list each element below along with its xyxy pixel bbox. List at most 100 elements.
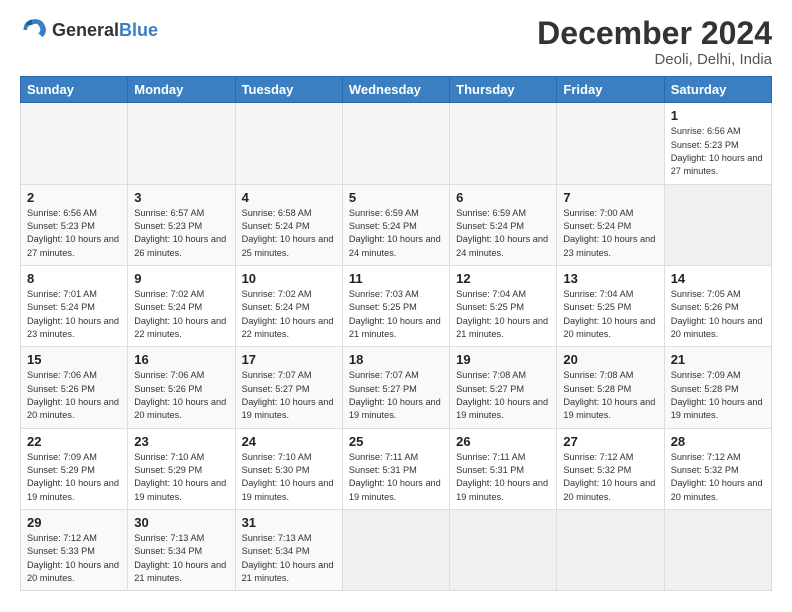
day-info: Sunrise: 7:09 AMSunset: 5:28 PMDaylight:… [671, 369, 765, 422]
day-info: Sunrise: 7:07 AMSunset: 5:27 PMDaylight:… [349, 369, 443, 422]
day-number: 11 [349, 271, 443, 286]
calendar-week-2: 2Sunrise: 6:56 AMSunset: 5:23 PMDaylight… [21, 184, 772, 265]
day-number: 7 [563, 190, 657, 205]
header: GeneralBlue December 2024 Deoli, Delhi, … [20, 16, 772, 68]
empty-cell [128, 103, 235, 184]
calendar-week-6: 29Sunrise: 7:12 AMSunset: 5:33 PMDayligh… [21, 510, 772, 591]
day-number: 2 [27, 190, 121, 205]
empty-cell [235, 103, 342, 184]
day-info: Sunrise: 7:13 AMSunset: 5:34 PMDaylight:… [134, 532, 228, 585]
table-row: 16Sunrise: 7:06 AMSunset: 5:26 PMDayligh… [128, 347, 235, 428]
calendar-week-1: 1 Sunrise: 6:56 AMSunset: 5:23 PMDaylight… [21, 103, 772, 184]
day-info: Sunrise: 7:02 AMSunset: 5:24 PMDaylight:… [134, 288, 228, 341]
title-block: December 2024 Deoli, Delhi, India [537, 16, 772, 68]
table-row: 15 Sunrise: 7:06 AMSunset: 5:26 PMDayligh… [21, 347, 128, 428]
col-sunday: Sunday [21, 77, 128, 103]
day-info: Sunrise: 7:04 AMSunset: 5:25 PMDaylight:… [563, 288, 657, 341]
day-number: 9 [134, 271, 228, 286]
day-number: 23 [134, 434, 228, 449]
empty-cell [450, 510, 557, 591]
logo-icon [20, 16, 48, 44]
empty-cell [342, 510, 449, 591]
table-row: 12Sunrise: 7:04 AMSunset: 5:25 PMDayligh… [450, 265, 557, 346]
day-info: Sunrise: 7:04 AMSunset: 5:25 PMDaylight:… [456, 288, 550, 341]
day-number: 20 [563, 352, 657, 367]
calendar-title: December 2024 [537, 16, 772, 51]
day-info: Sunrise: 7:07 AMSunset: 5:27 PMDaylight:… [242, 369, 336, 422]
day-info: Sunrise: 7:12 AMSunset: 5:33 PMDaylight:… [27, 532, 121, 585]
calendar-week-3: 8 Sunrise: 7:01 AMSunset: 5:24 PMDaylight… [21, 265, 772, 346]
table-row: 21 Sunrise: 7:09 AMSunset: 5:28 PMDayligh… [664, 347, 771, 428]
table-row: 7Sunrise: 7:00 AMSunset: 5:24 PMDaylight… [557, 184, 664, 265]
table-row: 13Sunrise: 7:04 AMSunset: 5:25 PMDayligh… [557, 265, 664, 346]
empty-cell [342, 103, 449, 184]
table-row: 31 Sunrise: 7:13 AMSunset: 5:34 PMDayligh… [235, 510, 342, 591]
empty-cell [557, 510, 664, 591]
table-row: 8 Sunrise: 7:01 AMSunset: 5:24 PMDaylight… [21, 265, 128, 346]
day-number: 1 [671, 108, 765, 123]
table-row: 5Sunrise: 6:59 AMSunset: 5:24 PMDaylight… [342, 184, 449, 265]
day-info: Sunrise: 7:01 AMSunset: 5:24 PMDaylight:… [27, 288, 121, 341]
table-row: 17 Sunrise: 7:07 AMSunset: 5:27 PMDayligh… [235, 347, 342, 428]
day-info: Sunrise: 7:06 AMSunset: 5:26 PMDaylight:… [134, 369, 228, 422]
table-row: 28 Sunrise: 7:12 AMSunset: 5:32 PMDayligh… [664, 428, 771, 509]
logo-general: General [52, 20, 119, 40]
table-row: 30 Sunrise: 7:13 AMSunset: 5:34 PMDayligh… [128, 510, 235, 591]
col-tuesday: Tuesday [235, 77, 342, 103]
day-number: 17 [242, 352, 336, 367]
table-row: 19 Sunrise: 7:08 AMSunset: 5:27 PMDayligh… [450, 347, 557, 428]
logo-text: GeneralBlue [52, 20, 158, 41]
day-info: Sunrise: 7:12 AMSunset: 5:32 PMDaylight:… [563, 451, 657, 504]
calendar-header-row: Sunday Monday Tuesday Wednesday Thursday… [21, 77, 772, 103]
day-info: Sunrise: 7:13 AMSunset: 5:34 PMDaylight:… [242, 532, 336, 585]
table-row: 6Sunrise: 6:59 AMSunset: 5:24 PMDaylight… [450, 184, 557, 265]
table-row: 20 Sunrise: 7:08 AMSunset: 5:28 PMDayligh… [557, 347, 664, 428]
day-number: 10 [242, 271, 336, 286]
day-number: 27 [563, 434, 657, 449]
day-info: Sunrise: 7:12 AMSunset: 5:32 PMDaylight:… [671, 451, 765, 504]
table-row: 24Sunrise: 7:10 AMSunset: 5:30 PMDayligh… [235, 428, 342, 509]
table-row: 14Sunrise: 7:05 AMSunset: 5:26 PMDayligh… [664, 265, 771, 346]
table-row: 2Sunrise: 6:56 AMSunset: 5:23 PMDaylight… [21, 184, 128, 265]
day-number: 5 [349, 190, 443, 205]
page: GeneralBlue December 2024 Deoli, Delhi, … [0, 0, 792, 601]
table-row: 18Sunrise: 7:07 AMSunset: 5:27 PMDayligh… [342, 347, 449, 428]
day-number: 25 [349, 434, 443, 449]
day-number: 31 [242, 515, 336, 530]
day-number: 30 [134, 515, 228, 530]
day-info: Sunrise: 6:56 AMSunset: 5:23 PMDaylight:… [671, 125, 765, 178]
day-info: Sunrise: 7:08 AMSunset: 5:27 PMDaylight:… [456, 369, 550, 422]
day-info: Sunrise: 7:02 AMSunset: 5:24 PMDaylight:… [242, 288, 336, 341]
day-info: Sunrise: 7:06 AMSunset: 5:26 PMDaylight:… [27, 369, 121, 422]
empty-cell [450, 103, 557, 184]
day-info: Sunrise: 6:57 AMSunset: 5:23 PMDaylight:… [134, 207, 228, 260]
day-info: Sunrise: 7:08 AMSunset: 5:28 PMDaylight:… [563, 369, 657, 422]
day-info: Sunrise: 7:11 AMSunset: 5:31 PMDaylight:… [349, 451, 443, 504]
table-row: 1 Sunrise: 6:56 AMSunset: 5:23 PMDaylight… [664, 103, 771, 184]
day-info: Sunrise: 7:10 AMSunset: 5:30 PMDaylight:… [242, 451, 336, 504]
day-info: Sunrise: 6:59 AMSunset: 5:24 PMDaylight:… [456, 207, 550, 260]
day-number: 14 [671, 271, 765, 286]
table-row: 25 Sunrise: 7:11 AMSunset: 5:31 PMDayligh… [342, 428, 449, 509]
day-info: Sunrise: 7:03 AMSunset: 5:25 PMDaylight:… [349, 288, 443, 341]
day-info: Sunrise: 7:09 AMSunset: 5:29 PMDaylight:… [27, 451, 121, 504]
day-number: 28 [671, 434, 765, 449]
col-thursday: Thursday [450, 77, 557, 103]
day-number: 8 [27, 271, 121, 286]
empty-cell [557, 103, 664, 184]
table-row: 29Sunrise: 7:12 AMSunset: 5:33 PMDayligh… [21, 510, 128, 591]
calendar-week-4: 15 Sunrise: 7:06 AMSunset: 5:26 PMDayligh… [21, 347, 772, 428]
day-info: Sunrise: 6:58 AMSunset: 5:24 PMDaylight:… [242, 207, 336, 260]
day-number: 26 [456, 434, 550, 449]
table-row: 10 Sunrise: 7:02 AMSunset: 5:24 PMDayligh… [235, 265, 342, 346]
day-number: 15 [27, 352, 121, 367]
calendar-subtitle: Deoli, Delhi, India [537, 51, 772, 68]
day-number: 19 [456, 352, 550, 367]
table-row: 4Sunrise: 6:58 AMSunset: 5:24 PMDaylight… [235, 184, 342, 265]
day-number: 22 [27, 434, 121, 449]
col-saturday: Saturday [664, 77, 771, 103]
day-number: 21 [671, 352, 765, 367]
day-info: Sunrise: 7:10 AMSunset: 5:29 PMDaylight:… [134, 451, 228, 504]
logo-blue: Blue [119, 20, 158, 40]
calendar-table: Sunday Monday Tuesday Wednesday Thursday… [20, 76, 772, 591]
